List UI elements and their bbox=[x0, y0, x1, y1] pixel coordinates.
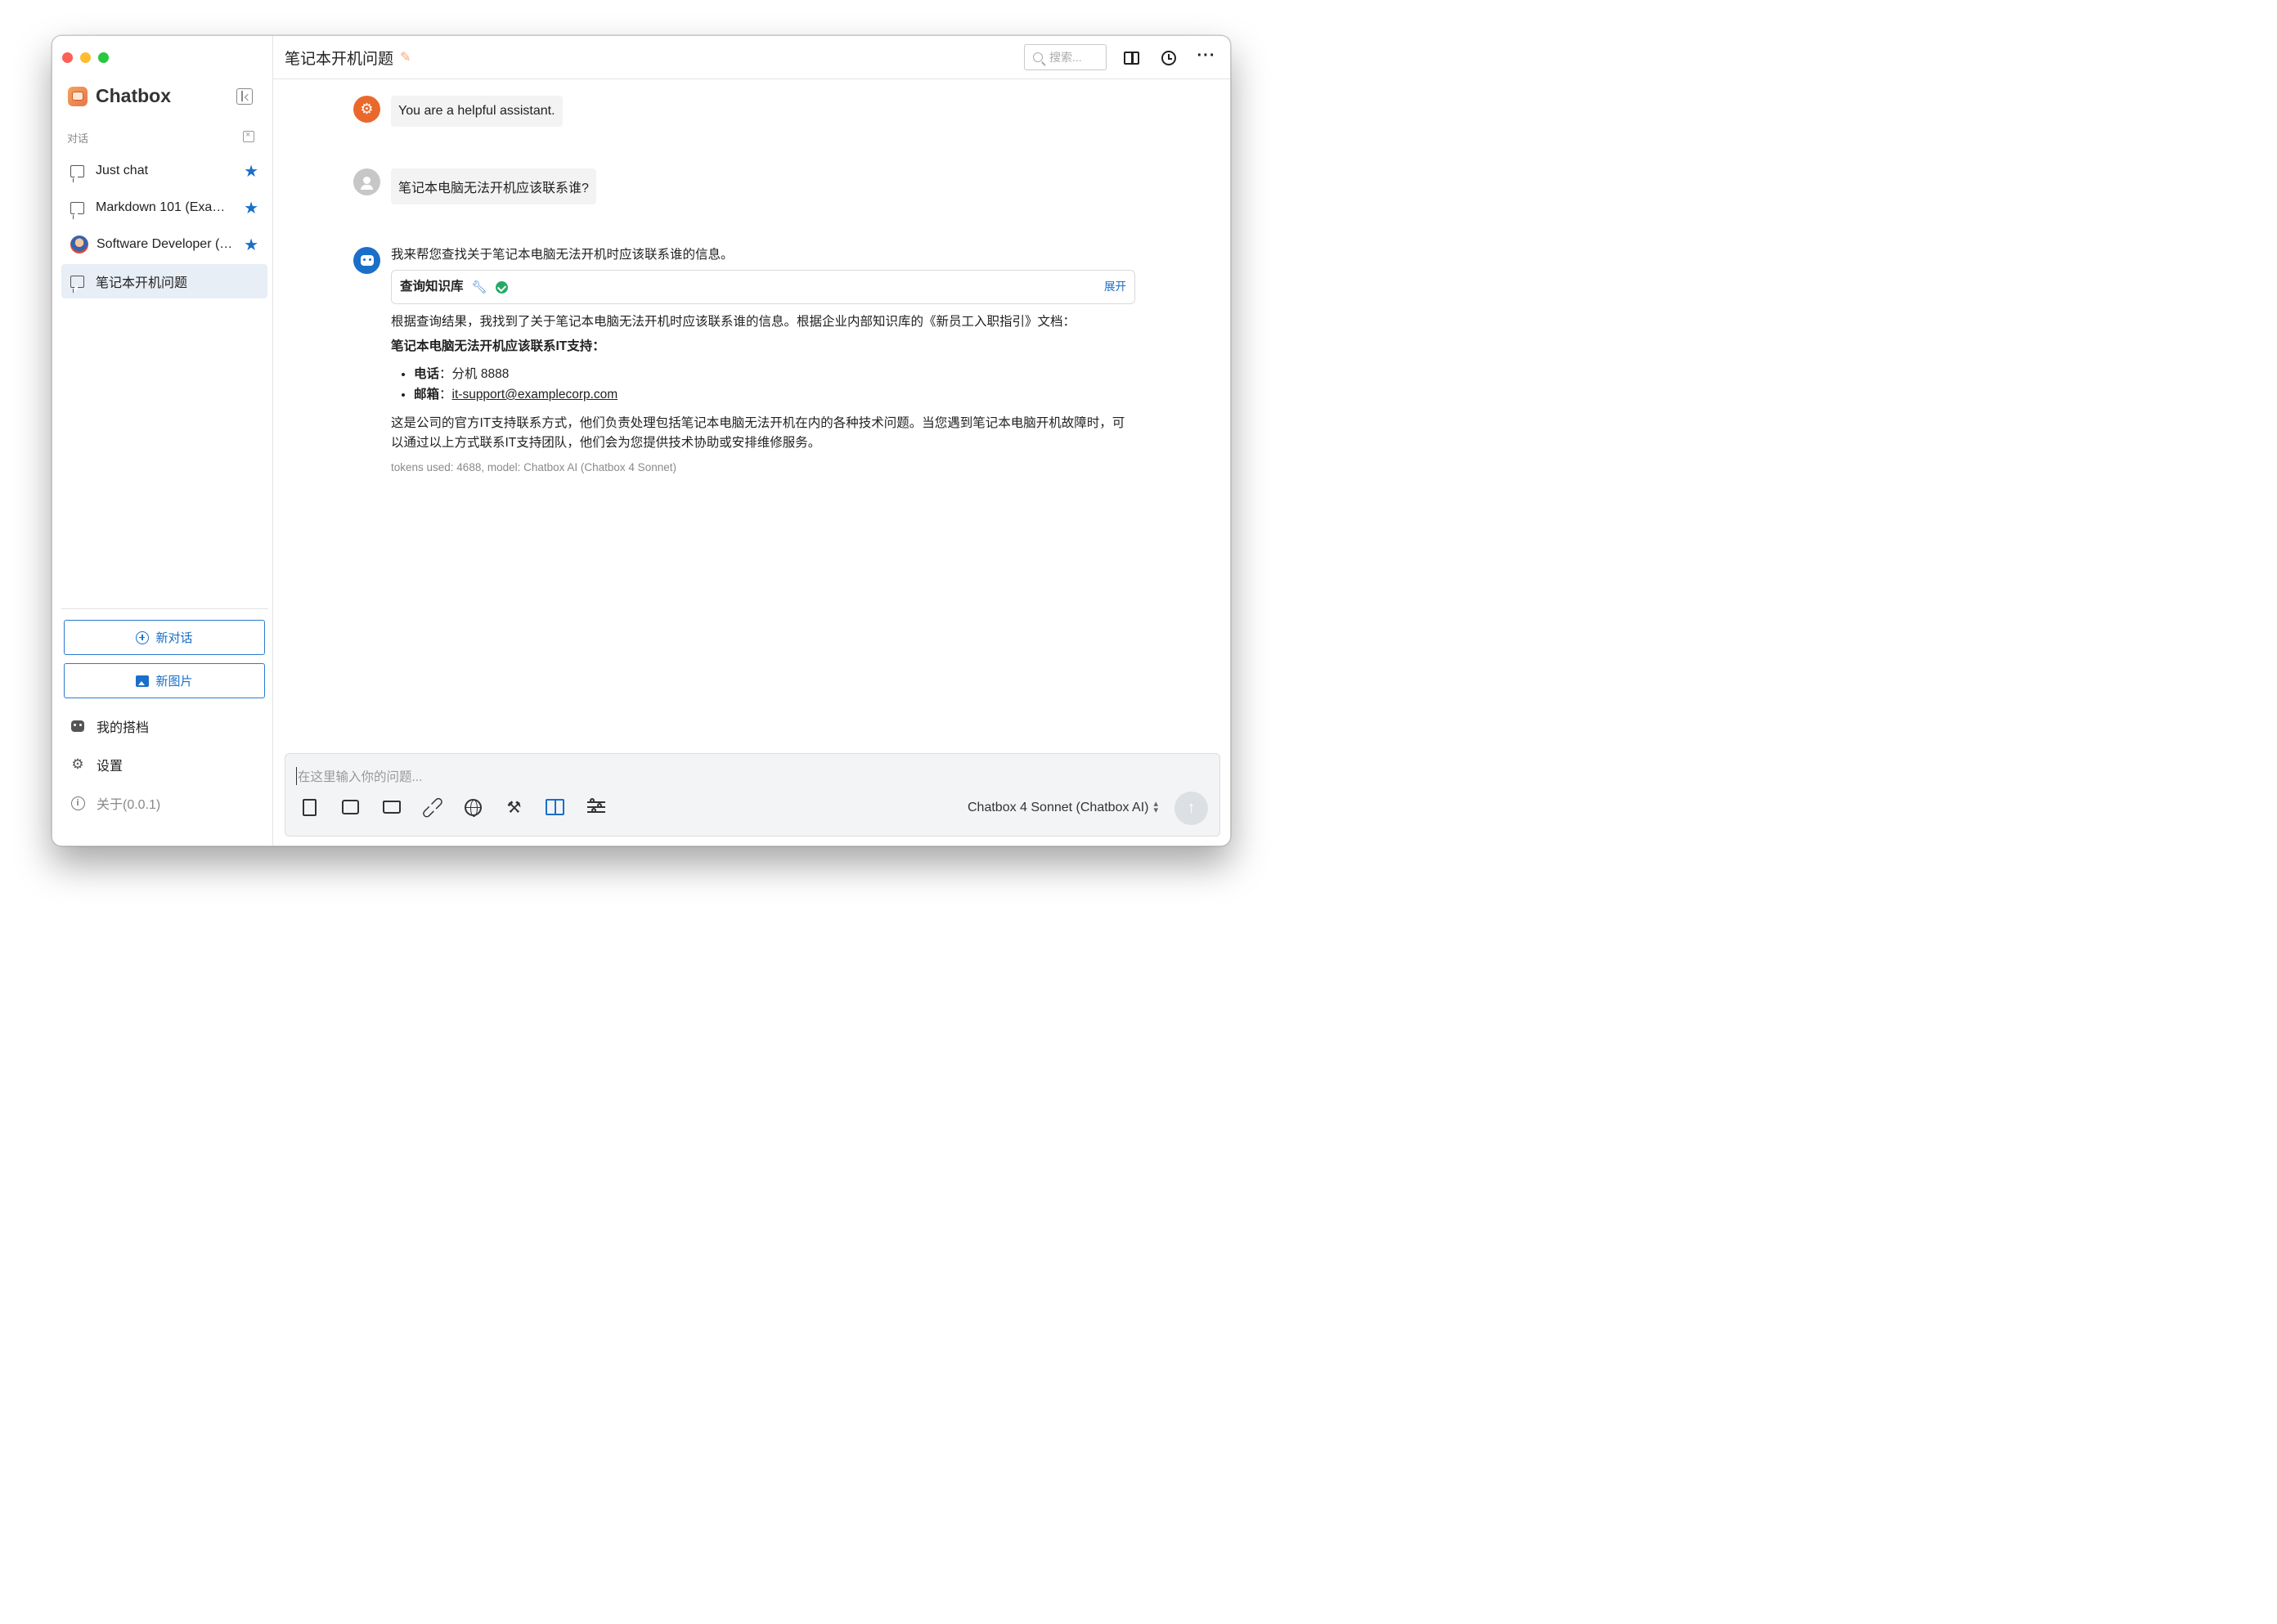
assistant-robot-icon bbox=[353, 247, 380, 274]
expand-tool-result-button[interactable]: 展开 bbox=[1104, 279, 1126, 296]
system-message-text: You are a helpful assistant. bbox=[391, 96, 563, 127]
new-chat-button[interactable]: 新对话 bbox=[64, 620, 265, 655]
minimize-window-button[interactable] bbox=[80, 52, 91, 63]
about-link[interactable]: i 关于(0.0.1) bbox=[70, 793, 160, 813]
attach-link-icon[interactable]: ⊂⊃ bbox=[416, 792, 448, 823]
split-view-icon[interactable] bbox=[1122, 49, 1140, 67]
collapse-sidebar-icon[interactable] bbox=[236, 88, 253, 105]
conversation-label: 笔记本开机问题 bbox=[96, 276, 188, 290]
edit-title-icon[interactable]: ✎ bbox=[400, 49, 411, 65]
conversations-section-label: 对话 bbox=[67, 132, 89, 145]
conversation-label: Markdown 101 (Example) bbox=[96, 200, 235, 214]
star-icon[interactable]: ★ bbox=[244, 198, 258, 218]
chat-bubble-icon bbox=[70, 164, 84, 177]
contact-heading: 笔记本电脑无法开机应该联系IT支持： bbox=[391, 339, 605, 354]
assistant-intro: 我来帮您查找关于笔记本电脑无法开机时应该联系谁的信息。 bbox=[391, 248, 734, 262]
star-icon[interactable]: ★ bbox=[244, 161, 258, 182]
user-message-text: 笔记本电脑无法开机应该联系谁? bbox=[391, 168, 596, 204]
brand-name: Chatbox bbox=[96, 85, 171, 106]
message-input[interactable]: 在这里输入你的问题... bbox=[296, 767, 422, 785]
info-icon: i bbox=[70, 796, 85, 810]
web-browsing-icon[interactable] bbox=[464, 797, 483, 817]
gear-icon: ⚙ bbox=[71, 756, 84, 772]
session-title: 笔记本开机问题 bbox=[285, 50, 394, 68]
conversation-item-markdown-101[interactable]: Markdown 101 (Example) ★ bbox=[61, 191, 267, 225]
closing-paragraph: 这是公司的官方IT支持联系方式，他们负责处理包括笔记本电脑无法开机在内的各种技术… bbox=[391, 415, 1125, 450]
arrow-up-icon: ↑ bbox=[1187, 799, 1196, 817]
my-copilots-link[interactable]: 我的搭档 bbox=[70, 716, 149, 736]
star-icon[interactable]: ★ bbox=[244, 235, 258, 255]
model-label: Chatbox 4 Sonnet (Chatbox AI) bbox=[968, 801, 1149, 814]
search-icon bbox=[1033, 52, 1043, 62]
success-check-icon bbox=[495, 280, 508, 294]
sidebar-divider bbox=[61, 608, 268, 609]
chat-bubble-icon bbox=[70, 201, 84, 214]
conversation-item-just-chat[interactable]: Just chat ★ bbox=[61, 154, 267, 188]
add-image-icon bbox=[136, 675, 150, 687]
user-message: 笔记本电脑无法开机应该联系谁? bbox=[353, 168, 596, 204]
brand: Chatbox bbox=[68, 85, 171, 107]
maximize-window-button[interactable] bbox=[98, 52, 109, 63]
robot-icon bbox=[70, 719, 85, 733]
knowledge-base-icon[interactable] bbox=[546, 797, 564, 817]
new-chat-label: 新对话 bbox=[155, 631, 193, 645]
user-avatar-icon bbox=[353, 168, 380, 195]
tool-use-icon[interactable]: ⚒ bbox=[505, 797, 523, 817]
attach-file-icon[interactable] bbox=[300, 797, 319, 817]
my-copilots-label: 我的搭档 bbox=[97, 721, 150, 735]
message-meta: tokens used: 4688, model: Chatbox AI (Ch… bbox=[391, 460, 676, 473]
chat-header: 笔记本开机问题 ✎ 搜索... ··· bbox=[273, 36, 1230, 79]
tool-call-card[interactable]: 查询知识库 🔧︎ 展开 bbox=[391, 270, 1135, 305]
assistant-message: 我来帮您查找关于笔记本电脑无法开机时应该联系谁的信息。 查询知识库 🔧︎ 展开 … bbox=[353, 247, 1135, 477]
contact-list: 电话：分机 8888 邮箱：it-support@examplecorp.com bbox=[391, 365, 1135, 406]
developer-avatar bbox=[70, 236, 88, 253]
app-window: Chatbox 对话 Just chat ★ Markdown 101 (Exa… bbox=[52, 35, 1231, 846]
wrench-icon: 🔧︎ bbox=[471, 280, 487, 294]
search-placeholder: 搜索... bbox=[1049, 51, 1082, 64]
sidebar: Chatbox 对话 Just chat ★ Markdown 101 (Exa… bbox=[52, 36, 273, 846]
conversation-label: Software Developer (Example) bbox=[97, 237, 236, 251]
new-image-label: 新图片 bbox=[155, 675, 193, 689]
search-button[interactable]: 搜索... bbox=[1024, 44, 1107, 70]
clear-conversations-icon[interactable] bbox=[243, 130, 254, 142]
assistant-message-body: 我来帮您查找关于笔记本电脑无法开机时应该联系谁的信息。 查询知识库 🔧︎ 展开 … bbox=[391, 247, 1135, 477]
result-paragraph: 根据查询结果，我找到了关于笔记本电脑无法开机时应该联系谁的信息。根据企业内部知识… bbox=[391, 315, 1076, 330]
tool-call-title: 查询知识库 bbox=[400, 280, 464, 294]
chat-bubble-icon bbox=[70, 275, 84, 288]
contact-phone: 电话：分机 8888 bbox=[414, 365, 1135, 385]
history-icon[interactable] bbox=[1160, 49, 1178, 67]
conversation-list: Just chat ★ Markdown 101 (Example) ★ Sof… bbox=[61, 154, 267, 301]
more-options-icon[interactable]: ··· bbox=[1197, 47, 1215, 65]
about-label: 关于(0.0.1) bbox=[97, 798, 161, 812]
system-gear-icon: ⚙ bbox=[353, 96, 380, 123]
conversation-label: Just chat bbox=[96, 164, 149, 177]
conversation-item-laptop-boot[interactable]: 笔记本开机问题 bbox=[61, 264, 267, 298]
settings-sliders-icon[interactable] bbox=[586, 797, 605, 817]
chatbox-logo-icon bbox=[68, 86, 88, 106]
model-selector[interactable]: Chatbox 4 Sonnet (Chatbox AI) ▴ ▾ bbox=[968, 799, 1158, 815]
attach-image-icon[interactable] bbox=[341, 797, 360, 817]
plus-circle-icon bbox=[136, 630, 150, 644]
settings-link[interactable]: ⚙ 设置 bbox=[70, 755, 123, 774]
composer-toolbar: ⊂⊃ ⚒ bbox=[300, 792, 605, 823]
window-controls bbox=[62, 52, 109, 63]
new-image-button[interactable]: 新图片 bbox=[64, 663, 265, 698]
attach-folder-icon[interactable] bbox=[382, 797, 401, 817]
system-message: ⚙ You are a helpful assistant. bbox=[353, 96, 563, 127]
close-window-button[interactable] bbox=[62, 52, 73, 63]
settings-label: 设置 bbox=[97, 760, 124, 774]
contact-email: 邮箱：it-support@examplecorp.com bbox=[414, 385, 1135, 406]
conversation-item-software-developer[interactable]: Software Developer (Example) ★ bbox=[61, 227, 267, 262]
message-composer: 在这里输入你的问题... ⊂⊃ ⚒ Chatbox 4 Sonnet (Chat… bbox=[285, 753, 1220, 837]
chevron-updown-icon: ▴ ▾ bbox=[1153, 799, 1158, 815]
email-link[interactable]: it-support@examplecorp.com bbox=[452, 388, 618, 402]
send-button[interactable]: ↑ bbox=[1174, 792, 1208, 825]
chat-main: 笔记本开机问题 ✎ 搜索... ··· ⚙ You are a helpful … bbox=[273, 36, 1230, 846]
